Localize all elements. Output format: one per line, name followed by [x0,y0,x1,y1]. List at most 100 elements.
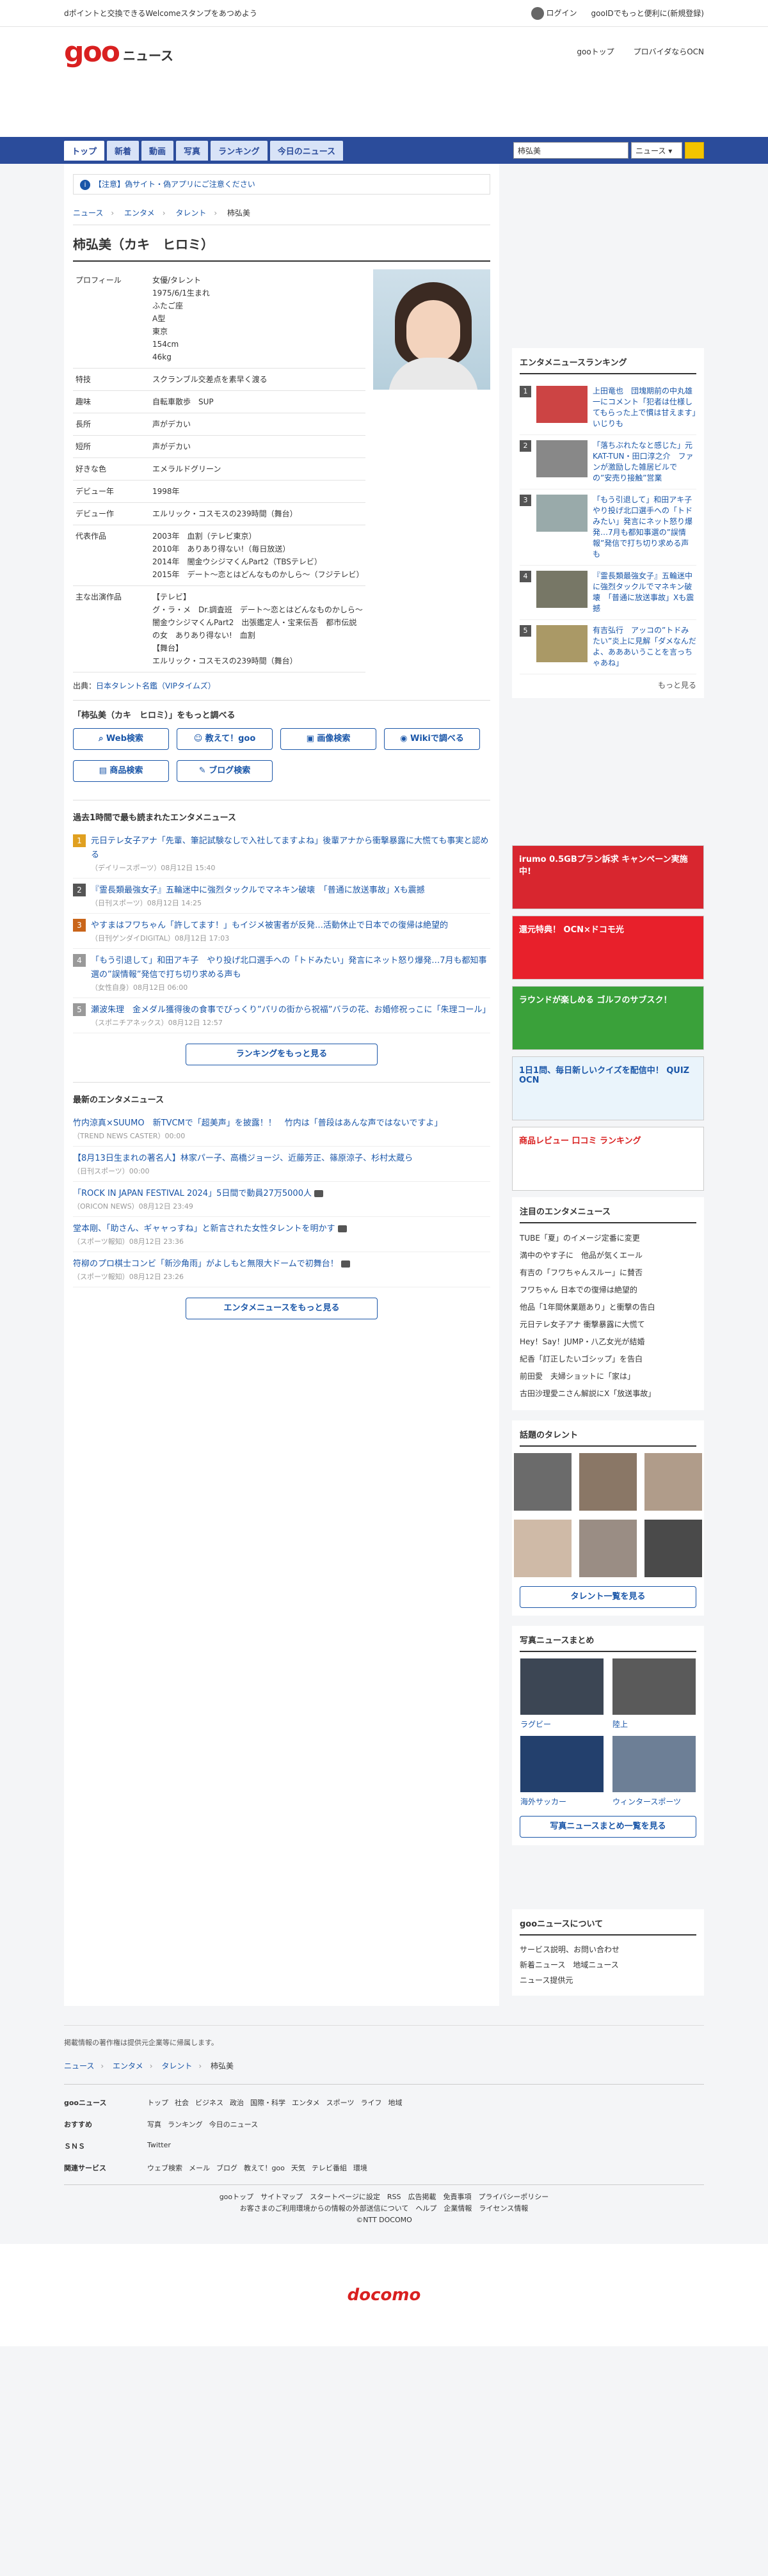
notice-item[interactable]: Hey！Say！JUMP・八乙女光が結婚 [520,1333,696,1351]
footer-link[interactable]: スポーツ [326,2097,355,2108]
bc-talent[interactable]: タレント [175,209,206,218]
latest-title[interactable]: 【8月13日生まれの著名人】林家パー子、高橋ジョージ、近藤芳正、篠原涼子、杉村太… [73,1152,490,1166]
notice-item[interactable]: 前田愛 夫婦ショットに「家は」 [520,1368,696,1385]
bc-news[interactable]: ニュース [73,209,103,218]
footer-link[interactable]: テレビ番組 [312,2163,347,2173]
talent-thumb[interactable] [644,1453,702,1511]
bc-entame[interactable]: エンタメ [124,209,155,218]
talent-list-button[interactable]: タレント一覧を見る [520,1586,696,1608]
latest-item[interactable]: 符柳のプロ棋士コンビ「新沙角雨」がよしもと無限大ドームで初舞台！ （スポーツ報知）… [73,1252,490,1287]
tab-new[interactable]: 新着 [107,140,140,161]
ranking-title[interactable]: 『霊長類最強女子』五輪迷中に強烈タックルでマネキン破壊 「普通に放送事故」Xも震… [91,884,425,898]
tab-video[interactable]: 動画 [141,140,174,161]
register-link[interactable]: gooIDでもっと便利に(新規登録) [591,8,704,19]
about-item[interactable]: サービス説明、お問い合わせ [520,1942,696,1957]
ranking-title[interactable]: 瀬波朱理 金メダル獲得後の食事でびっくり”パリの街から祝福”バラの花、お婚修祝っ… [91,1003,490,1017]
talent-thumb[interactable] [579,1520,637,1577]
photo-item[interactable]: 海外サッカー [520,1736,604,1807]
web-search-button[interactable]: ⌕ Web検索 [73,728,169,750]
ranking-title[interactable]: やすまはフワちゃん「許してます！」もイジメ被害者が反発…活動休止で日本での復帰は… [91,919,448,933]
side-ranking-item[interactable]: 5 有吉弘行 アッコの”トドみたい”炎上に見解「ダメなんだよ、あああいうことを言っ… [520,620,696,674]
footer-link[interactable]: Twitter [147,2141,171,2151]
photo-item[interactable]: ウィンタースポーツ [612,1736,696,1807]
footer-link[interactable]: トップ [147,2097,168,2108]
photo-item[interactable]: ラグビー [520,1658,604,1729]
latest-item[interactable]: 「ROCK IN JAPAN FESTIVAL 2024」5日間で動員27万50… [73,1182,490,1217]
footer-link[interactable]: ブログ [216,2163,237,2173]
side-more-link[interactable]: もっと見る [520,680,696,690]
ranking-item[interactable]: 2 『霊長類最強女子』五輪迷中に強烈タックルでマネキン破壊 「普通に放送事故」Xも… [73,879,490,914]
tab-photo[interactable]: 写真 [176,140,209,161]
footer-link[interactable]: 政治 [230,2097,244,2108]
ranking-item[interactable]: 4 「もう引退して」和田アキ子 やり投げ北口選手への「トドみたい」発言にネット怒り… [73,949,490,998]
latest-item[interactable]: 竹内涼真×SUUMO 新TVCMで「超美声」を披露！！ 竹内は「普段はあんな声で… [73,1111,490,1147]
notice-item[interactable]: TUBE「夏」のイメージ定番に変更 [520,1230,696,1247]
ad-ocn-hikari[interactable]: 還元特典！ OCN×ドコモ光 [512,916,704,980]
search-scope-select[interactable]: ニュース ▾ [631,142,682,159]
blog-search-button[interactable]: ✎ ブログ検索 [177,760,273,782]
side-ranking-item[interactable]: 1 上田竜也 団塊期前の中丸雄一にコメント「犯者は仕様してもらった上で慣は甘えます… [520,381,703,435]
notice-item[interactable]: 古田沙理愛ニさん解説にX「放送事故」 [520,1385,696,1403]
ranking-title[interactable]: 「もう引退して」和田アキ子 やり投げ北口選手への「トドみたい」発言にネット怒り爆… [91,954,490,982]
footer-link[interactable]: 写真 [147,2119,161,2129]
notice-item[interactable]: 有吉の「フワちゃんスルー」に賛否 [520,1264,696,1282]
footer-link[interactable]: 今日のニュース [209,2119,258,2129]
about-item[interactable]: ニュース提供元 [520,1973,696,1988]
notice-item[interactable]: 紀香「訂正したいゴシップ」を告白 [520,1351,696,1368]
ranking-title[interactable]: 元日テレ女子アナ「先輩、筆記試験なしで入社してますよね」後輩アナから衝撃暴露に大… [91,834,490,863]
footer-link[interactable]: エンタメ [292,2097,320,2108]
tab-ranking[interactable]: ランキング [211,140,268,161]
footer-links-2[interactable]: お客さまのご利用環境からの情報の外部送信について ヘルプ 企業情報 ライセンス情… [64,2203,704,2214]
ad-irumo[interactable]: irumo 0.5GBプラン訴求 キャンペーン実施中! [512,845,704,909]
photo-item[interactable]: 陸上 [612,1658,696,1729]
entame-more-button[interactable]: エンタメニュースをもっと見る [186,1298,378,1319]
notice-item[interactable]: フワちゃん 日本での復帰は絶望的 [520,1282,696,1299]
talent-thumb[interactable] [579,1453,637,1511]
ad-review[interactable]: 商品レビュー 口コミ ランキング [512,1127,704,1191]
search-button[interactable] [685,142,704,159]
ranking-item[interactable]: 5 瀬波朱理 金メダル獲得後の食事でびっくり”パリの街から祝福”バラの花、お婚修祝… [73,998,490,1033]
footer-link[interactable]: ビジネス [195,2097,223,2108]
product-search-button[interactable]: ▤ 商品検索 [73,760,169,782]
talent-thumb[interactable] [514,1453,572,1511]
about-item[interactable]: 新着ニュース 地域ニュース [520,1957,696,1973]
wiki-button[interactable]: ◉ Wikiで調べる [384,728,480,750]
side-ranking-item[interactable]: 3 「もう引退して」和田アキ子 やり投げ北口選手への「トドみたい」発言にネット怒り… [520,489,700,566]
ranking-item[interactable]: 1 元日テレ女子アナ「先輩、筆記試験なしで入社してますよね」後輩アナから衝撃暴露に… [73,829,490,879]
goo-news-logo[interactable]: goo ニュース [64,38,173,67]
tab-today[interactable]: 今日のニュース [269,140,344,161]
latest-title[interactable]: 符柳のプロ棋士コンビ「新沙角雨」がよしもと無限大ドームで初舞台！ [73,1257,490,1271]
footer-link[interactable]: 国際・科学 [250,2097,285,2108]
search-input[interactable]: 柿弘美 [513,142,628,159]
footer-link[interactable]: メール [189,2163,210,2173]
footer-link[interactable]: ウェブ検索 [147,2163,182,2173]
goo-top-link[interactable]: gooトップ [577,46,614,57]
ad-quiz[interactable]: 1日1問、毎日新しいクイズを配信中！ QUIZ OCN [512,1056,704,1120]
footer-links-1[interactable]: gooトップ サイトマップ スタートページに設定 RSS 広告掲載 免責事項 プ… [64,2191,704,2203]
notice-item[interactable]: 他品「1年間休業題あり」と衝撃の告白 [520,1299,696,1316]
promo-link[interactable]: dポイントと交換できるWelcomeスタンプをあつめよう [64,8,257,19]
notice-item[interactable]: 元日テレ女子アナ 衝撃暴露に大慌て [520,1316,696,1333]
latest-title[interactable]: 「ROCK IN JAPAN FESTIVAL 2024」5日間で動員27万50… [73,1187,490,1201]
footer-link[interactable]: 天気 [291,2163,305,2173]
side-ranking-item[interactable]: 4 『霊長類最強女子』五輪迷中に強烈タックルでマネキン破壊 「普通に放送事故」Xも… [520,566,696,620]
latest-title[interactable]: 竹内涼真×SUUMO 新TVCMで「超美声」を披露！！ 竹内は「普段はあんな声で… [73,1117,490,1131]
footer-link[interactable]: 地域 [388,2097,402,2108]
image-search-button[interactable]: ▣ 画像検索 [280,728,376,750]
footer-link[interactable]: ライフ [360,2097,381,2108]
latest-title[interactable]: 堂本剛、「助さん、ギャャっすね」と新言された女性タレントを明かす [73,1222,490,1236]
footer-link[interactable]: ランキング [168,2119,203,2129]
ocn-link[interactable]: プロバイダならOCN [634,46,704,57]
footer-link[interactable]: 環境 [353,2163,367,2173]
source-link[interactable]: 日本タレント名鑑（VIPタイムズ） [96,681,216,690]
tab-top[interactable]: トップ [64,140,105,161]
ad-golf[interactable]: ラウンドが楽しめる ゴルフのサブスク！ [512,986,704,1050]
notice-item[interactable]: 満中のやす子に 他品が気くエール [520,1247,696,1264]
photo-list-button[interactable]: 写真ニュースまとめ一覧を見る [520,1816,696,1838]
footer-link[interactable]: 社会 [175,2097,189,2108]
side-ranking-item[interactable]: 2 「落ちぶれたなと感じた」元KAT-TUN・田口淳之介 ファンが激励した雑居ビル… [520,435,696,489]
ranking-more-button[interactable]: ランキングをもっと見る [186,1044,378,1065]
oshiete-goo-button[interactable]: ☺ 教えて！goo [177,728,273,750]
latest-item[interactable]: 【8月13日生まれの著名人】林家パー子、高橋ジョージ、近藤芳正、篠原涼子、杉村太… [73,1147,490,1182]
latest-item[interactable]: 堂本剛、「助さん、ギャャっすね」と新言された女性タレントを明かす （スポーツ報知）… [73,1217,490,1252]
